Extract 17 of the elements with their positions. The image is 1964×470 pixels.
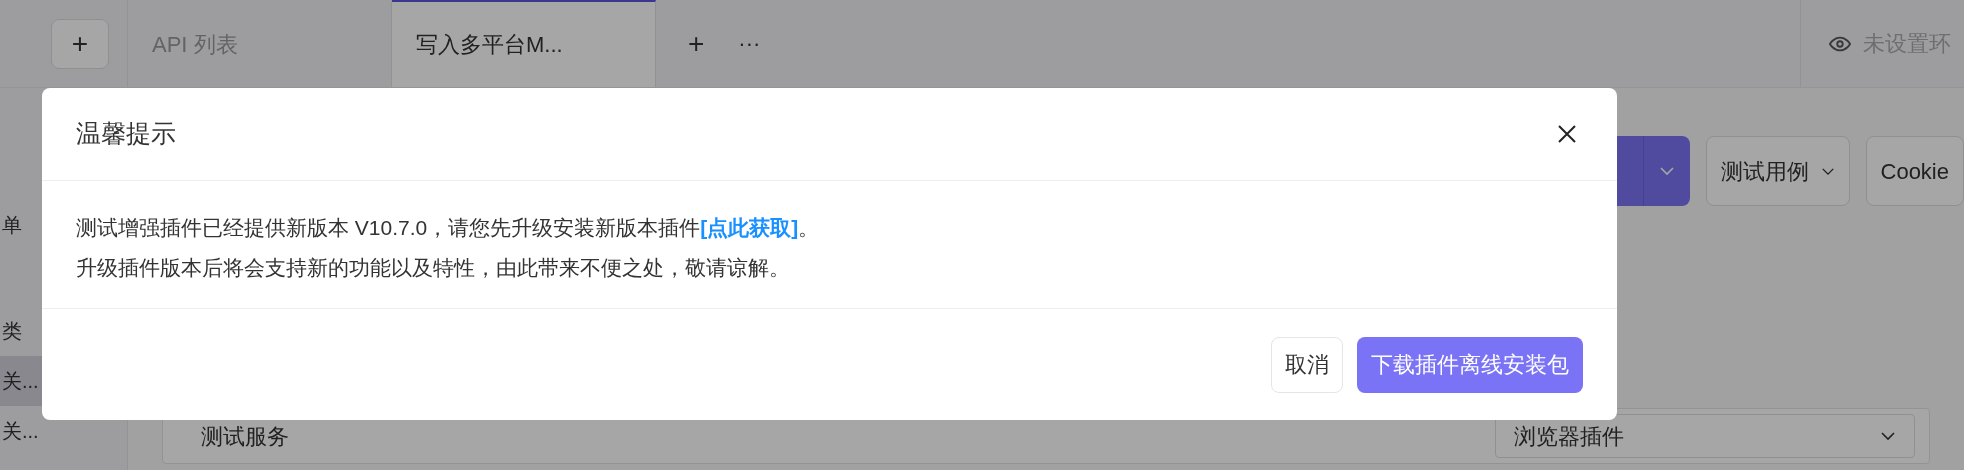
- tab[interactable]: 写入多平台M...: [392, 0, 656, 87]
- get-plugin-link[interactable]: [点此获取]: [700, 216, 799, 239]
- add-tab-button[interactable]: +: [680, 22, 713, 65]
- download-button[interactable]: 下载插件离线安装包: [1357, 336, 1583, 393]
- dropdown-button[interactable]: 测试用例: [1705, 136, 1850, 206]
- dialog-message: 升级插件版本后将会支持新的功能以及特性，由此带来不便之处，敬请谅解。: [76, 255, 791, 281]
- more-button[interactable]: ···: [734, 27, 765, 60]
- service-label: 测试服务: [201, 422, 290, 451]
- dialog-message: 测试增强插件已经提供新版本 V10.7.0，请您先升级安装新版本插件[点此获取]。: [76, 215, 820, 241]
- chevron-down-icon: [1820, 166, 1835, 176]
- close-icon: [1557, 124, 1577, 144]
- dropdown-button[interactable]: Cookie: [1865, 136, 1964, 206]
- add-button[interactable]: +: [51, 18, 109, 69]
- chevron-down-icon: [1658, 166, 1675, 176]
- dialog-title: 温馨提示: [76, 118, 176, 150]
- chevron-down-icon: [1880, 431, 1896, 441]
- cancel-button[interactable]: 取消: [1271, 336, 1343, 393]
